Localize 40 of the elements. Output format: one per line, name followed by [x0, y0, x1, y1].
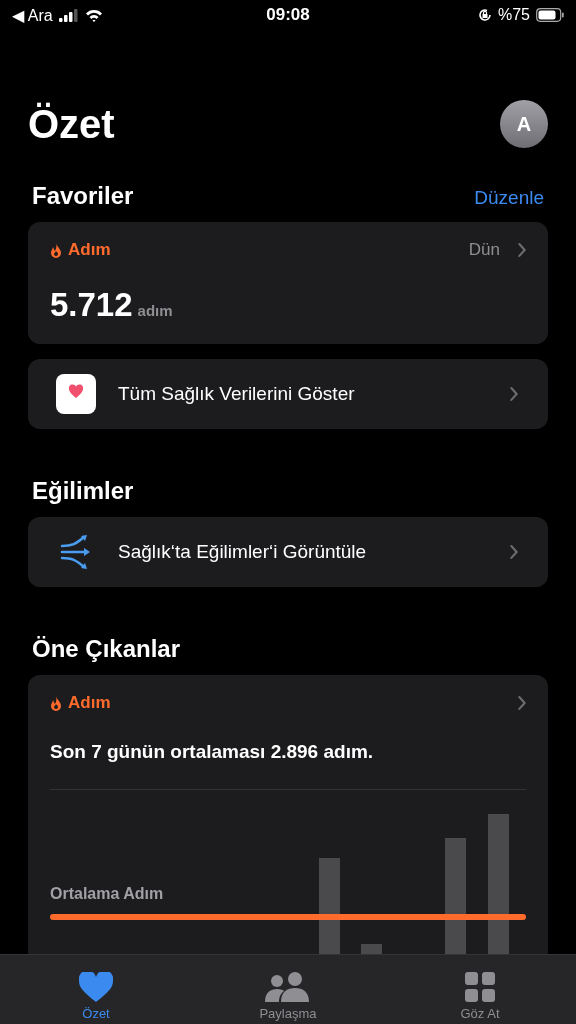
chart-bar [361, 944, 382, 955]
heart-icon [79, 972, 113, 1002]
metric-label: Adım [68, 693, 111, 713]
highlight-card[interactable]: Adım Son 7 günün ortalaması 2.896 adım. Ortalama Adım [28, 675, 548, 955]
metric-unit: adım [137, 302, 173, 319]
health-app-icon [56, 374, 96, 414]
list-row[interactable]: Sağlık‘ta Eğilimler‘i Görüntüle [28, 517, 548, 587]
tab[interactable]: Göz At [420, 955, 540, 1024]
row-label: Tüm Sağlık Verilerini Göster [118, 383, 356, 405]
battery-percent: %75 [497, 6, 530, 24]
wifi-icon [84, 8, 103, 22]
steps-card[interactable]: Adım Dün 5.712 adım [28, 222, 548, 344]
highlight-summary: Son 7 günün ortalaması 2.896 adım. [50, 741, 375, 763]
row-label: Sağlık‘ta Eğilimler‘i Görüntüle [118, 541, 368, 563]
tab[interactable]: Özet [36, 955, 156, 1024]
chart-label: Ortalama Adım [50, 885, 164, 903]
section-title: Öne Çıkanlar [32, 635, 182, 663]
metric-label: Adım [68, 240, 111, 260]
chevron-icon [510, 386, 518, 402]
chevron-icon [518, 242, 526, 258]
flame-icon [50, 242, 62, 258]
section-title: Eğilimler [32, 477, 135, 505]
tab[interactable]: Paylaşma [228, 955, 348, 1024]
page-title: Özet [28, 101, 115, 147]
battery-icon [536, 8, 564, 22]
grid-icon [465, 972, 495, 1002]
edit-link[interactable]: Düzenle [474, 187, 544, 209]
date-label: Dün [468, 240, 500, 260]
clock: 09:08 [266, 5, 310, 25]
back-link[interactable]: ◀ Ara [12, 5, 53, 25]
chevron-icon [510, 544, 518, 560]
metric-value: 5.712 [50, 286, 133, 324]
signal-icon [58, 8, 79, 22]
avatar[interactable]: A [500, 100, 548, 148]
list-row[interactable]: Tüm Sağlık Verilerini Göster [28, 359, 548, 429]
flame-icon [50, 695, 62, 711]
rotation-lock-icon [477, 8, 492, 22]
chevron-icon [518, 695, 526, 711]
people-icon [265, 972, 311, 1002]
section-title: Favoriler [32, 182, 134, 210]
